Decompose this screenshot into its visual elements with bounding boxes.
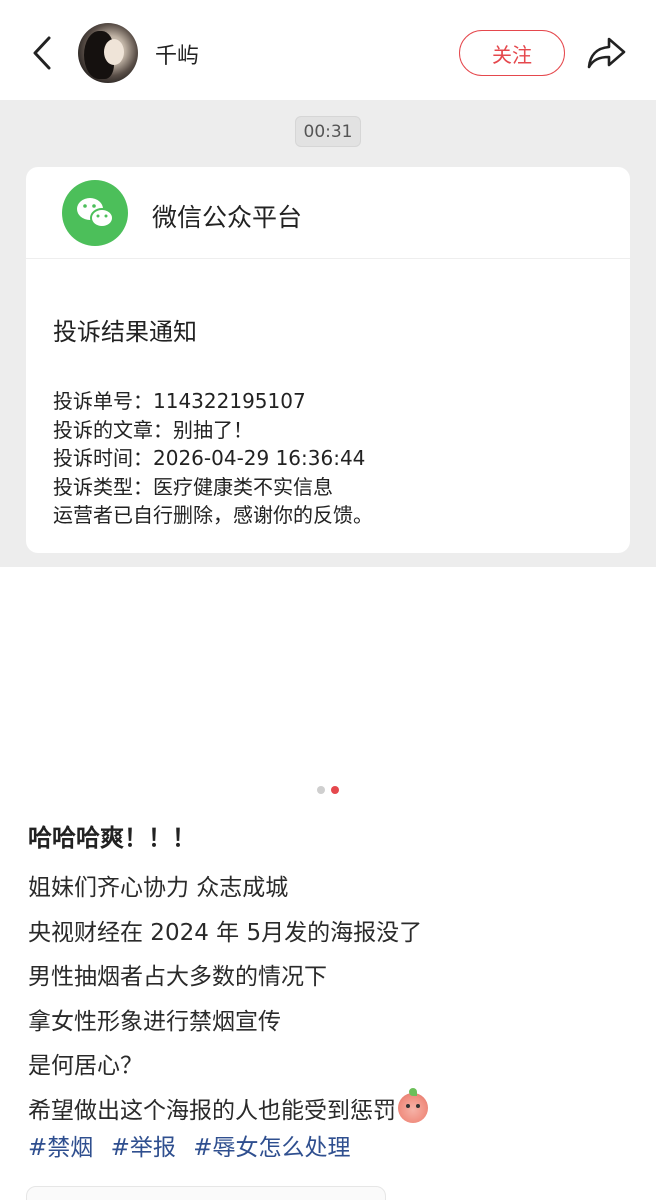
hashtag-list: #禁烟 #举报 #辱女怎么处理 <box>28 1128 360 1162</box>
notice-card: 微信公众平台 投诉结果通知 投诉单号：114322195107 投诉的文章：别抽… <box>26 167 630 553</box>
avatar[interactable] <box>78 23 138 83</box>
carousel-indicator <box>0 786 656 796</box>
hashtag[interactable]: #辱女怎么处理 <box>193 1135 350 1161</box>
post-image[interactable]: 00:31 微信公众平台 投诉结果通知 投诉单号：114322195107 投诉… <box>0 100 656 567</box>
post-title: 哈哈哈爽！！！ <box>28 824 196 852</box>
source-name: 微信公众平台 <box>152 203 303 232</box>
post-line: 拿女性形象进行禁烟宣传 <box>28 1008 281 1035</box>
comment-bar-edge[interactable] <box>26 1186 386 1200</box>
notice-line: 运营者已自行删除，感谢你的反馈。 <box>53 503 373 527</box>
post-line: 男性抽烟者占大多数的情况下 <box>28 964 327 990</box>
wechat-icon <box>62 180 128 246</box>
notice-line: 投诉类型：医疗健康类不实信息 <box>53 474 333 499</box>
peach-face-emoji-icon <box>398 1087 428 1123</box>
notice-line: 投诉时间：2026-04-29 16:36:44 <box>53 446 366 470</box>
share-arrow-icon[interactable] <box>584 30 630 76</box>
top-bar: 千屿 关注 <box>0 0 656 100</box>
post-line: 是何居心？ <box>28 1053 143 1079</box>
notice-card-header: 微信公众平台 <box>26 167 630 259</box>
post-line: 希望做出这个海报的人也能受到惩罚 <box>28 1097 396 1124</box>
chevron-left-icon[interactable] <box>22 30 62 76</box>
notice-body: 投诉单号：114322195107 投诉的文章：别抽了！ 投诉时间：2026-0… <box>53 387 373 530</box>
carousel-dot[interactable] <box>317 786 325 794</box>
username[interactable]: 千屿 <box>155 38 199 70</box>
post-line: 央视财经在 2024 年 5月发的海报没了 <box>28 919 423 946</box>
post-line-last: 希望做出这个海报的人也能受到惩罚 <box>28 1087 428 1134</box>
notice-title: 投诉结果通知 <box>53 318 197 346</box>
message-time: 00:31 <box>295 116 361 147</box>
carousel-dot-active[interactable] <box>331 786 339 794</box>
hashtag[interactable]: #举报 <box>111 1135 176 1161</box>
notice-line: 投诉单号：114322195107 <box>53 389 306 413</box>
notice-line: 投诉的文章：别抽了！ <box>53 417 253 442</box>
hashtag[interactable]: #禁烟 <box>28 1135 93 1161</box>
follow-button[interactable]: 关注 <box>459 30 565 76</box>
post-line: 姐妹们齐心协力 众志成城 <box>28 875 289 901</box>
avatar-face <box>104 39 124 65</box>
post-body: 姐妹们齐心协力 众志成城 央视财经在 2024 年 5月发的海报没了 男性抽烟者… <box>28 866 428 1133</box>
